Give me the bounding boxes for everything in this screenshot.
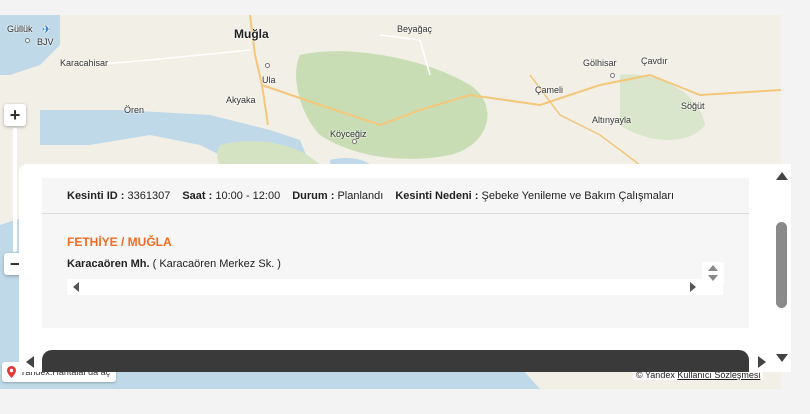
street-vertical-scroller[interactable] <box>702 262 724 286</box>
scroll-down-icon[interactable] <box>776 354 788 362</box>
map-dot <box>25 38 30 43</box>
map-label-sogut: Söğüt <box>681 101 705 111</box>
map-label-cavdir: Çavdır <box>641 56 668 66</box>
map-label-karacahisar: Karacahisar <box>60 58 109 68</box>
map-label-beyagac: Beyağaç <box>397 24 433 34</box>
scroll-left-icon[interactable] <box>26 356 34 368</box>
street-names: ( Karacaören Merkez Sk. ) <box>152 258 281 270</box>
outage-info-row: Kesinti ID : 3361307 Saat : 10:00 - 12:0… <box>42 178 749 214</box>
outage-card: Kesinti ID : 3361307 Saat : 10:00 - 12:0… <box>42 178 749 328</box>
zoom-slider[interactable] <box>13 128 17 252</box>
outage-panel: Kesinti ID : 3361307 Saat : 10:00 - 12:0… <box>19 164 791 372</box>
outage-status: Durum : Planlandı <box>292 189 384 202</box>
map-label-koycegiz: Köyceğiz <box>330 129 367 139</box>
map-pin-icon <box>7 366 16 378</box>
panel-horizontal-scrollbar[interactable] <box>19 352 772 372</box>
street-line: Karacaören Mh. ( Karacaören Merkez Sk. ) <box>67 258 723 270</box>
scroll-up-icon[interactable] <box>708 265 718 271</box>
page: Güllük BJV ✈ Muğla Beyağaç Karacahisar U… <box>0 0 810 414</box>
scroll-down-icon[interactable] <box>708 275 718 281</box>
street-horizontal-scrollbar[interactable] <box>67 279 723 295</box>
airport-icon: ✈ <box>42 24 52 36</box>
scrollbar-thumb[interactable] <box>776 222 787 308</box>
map-label-cameli: Çameli <box>535 85 564 95</box>
outage-id: Kesinti ID : 3361307 <box>67 189 171 202</box>
scroll-up-icon[interactable] <box>776 172 788 180</box>
map-label-bjv: BJV <box>37 37 54 47</box>
scroll-right-icon[interactable] <box>690 282 696 292</box>
outage-region: FETHİYE / MUĞLA <box>67 235 172 249</box>
map-dot <box>610 73 615 78</box>
map-label-ula: Ula <box>262 75 276 85</box>
map-label-oren: Ören <box>124 105 145 115</box>
map-dot <box>265 63 270 68</box>
neighborhood-name: Karacaören Mh. <box>67 258 150 270</box>
scroll-left-icon[interactable] <box>73 282 79 292</box>
map-dot <box>352 139 357 144</box>
street-list[interactable]: Karacaören Mh. ( Karacaören Merkez Sk. ) <box>67 258 723 298</box>
outage-time: Saat : 10:00 - 12:00 <box>182 189 281 202</box>
zoom-in-button[interactable]: + <box>4 104 26 126</box>
map-label-altinyayla: Altınyayla <box>592 115 632 125</box>
map-label-gulluk: Güllük <box>7 24 33 34</box>
panel-vertical-scrollbar[interactable] <box>772 164 791 372</box>
map-label-mugla: Muğla <box>234 27 269 41</box>
outage-reason: Kesinti Nedeni : Şebeke Yenileme ve Bakı… <box>395 189 675 202</box>
scroll-right-icon[interactable] <box>758 356 766 368</box>
map-label-akyaka: Akyaka <box>226 95 256 105</box>
map-label-golhisar: Gölhisar <box>583 58 617 68</box>
